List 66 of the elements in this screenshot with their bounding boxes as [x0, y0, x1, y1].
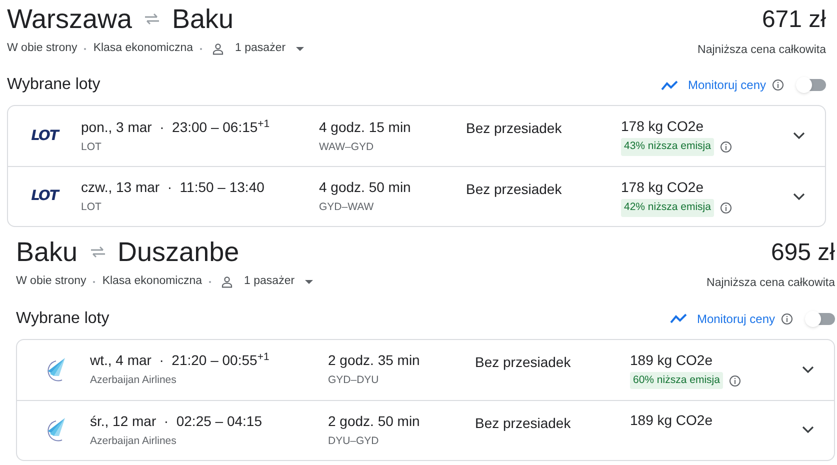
- monitor-prices-link[interactable]: Monitoruj ceny: [688, 76, 766, 94]
- emissions: 189 kg CO2e: [630, 350, 714, 370]
- price-note: Najniższa cena całkowita: [698, 43, 826, 58]
- flight-times: pon., 3 mar · 23:00 – 06:15$^{+1}$: [81, 116, 271, 137]
- airline-name: Azerbaijan Airlines: [90, 434, 178, 449]
- caret-icon: [304, 280, 313, 284]
- price-tracking-toggle[interactable]: [805, 310, 835, 326]
- stops: Bez przesiadek: [466, 119, 563, 138]
- route-codes: WAW–GYD: [319, 140, 375, 155]
- expand-chevron-icon[interactable]: [793, 132, 805, 140]
- trip-type: W obie strony: [7, 41, 78, 56]
- person-icon: [212, 42, 224, 55]
- info-icon[interactable]: [781, 312, 793, 324]
- passenger-dropdown[interactable]: 1 pasażer: [244, 273, 313, 290]
- trend-line-icon: [670, 313, 687, 324]
- flight-duration: 4 godz. 15 min: [319, 118, 412, 137]
- airline-name: LOT: [81, 200, 102, 216]
- destination-city: Duszanbe: [118, 238, 240, 266]
- price-tracking-toggle[interactable]: [796, 77, 826, 94]
- section-heading: Wybrane loty: [7, 75, 100, 96]
- flight-times: czw., 13 mar · 11:50 – 13:40: [81, 178, 266, 198]
- trip-type: W obie strony: [16, 274, 86, 290]
- info-icon[interactable]: [720, 202, 732, 214]
- route-codes: GYD–WAW: [319, 200, 375, 216]
- cabin-class: Klasa ekonomiczna: [93, 41, 194, 56]
- person-icon: [221, 276, 234, 288]
- route-codes: DYU–GYD: [328, 434, 380, 449]
- monitor-prices-link[interactable]: Monitoruj ceny: [696, 310, 775, 328]
- info-icon[interactable]: [728, 374, 741, 386]
- swap-arrows-icon: [144, 13, 160, 25]
- emissions: 178 kg CO2e: [621, 117, 704, 136]
- airline-logo: LOT: [31, 187, 58, 206]
- swap-arrows-icon: [90, 246, 106, 258]
- flight-times: śr., 12 mar · 02:25 – 04:15: [90, 412, 263, 431]
- origin-city: Warszawa: [7, 6, 132, 32]
- expand-chevron-icon[interactable]: [802, 426, 814, 434]
- airline-name: Azerbaijan Airlines: [90, 373, 178, 388]
- route-codes: GYD–DYU: [328, 373, 380, 388]
- emission-badge: 43% niższa emisja: [621, 138, 714, 156]
- caret-icon: [296, 46, 304, 51]
- airline-name: LOT: [81, 140, 102, 155]
- passenger-dropdown[interactable]: 1 pasażer: [235, 40, 304, 58]
- price-note: Najniższa cena całkowita: [706, 276, 835, 292]
- expand-chevron-icon[interactable]: [793, 192, 805, 201]
- flight-duration: 2 godz. 50 min: [328, 412, 421, 431]
- emissions: 189 kg CO2e: [630, 411, 714, 430]
- stops: Bez przesiadek: [475, 352, 572, 372]
- cabin-class: Klasa ekonomiczna: [102, 274, 202, 290]
- expand-chevron-icon[interactable]: [802, 366, 814, 374]
- stops: Bez przesiadek: [475, 414, 572, 433]
- info-icon[interactable]: [772, 79, 784, 92]
- flight-duration: 4 godz. 50 min: [319, 178, 412, 198]
- emissions: 178 kg CO2e: [621, 178, 704, 197]
- section-heading: Wybrane loty: [16, 308, 110, 328]
- emission-badge: 60% niższa emisja: [630, 372, 723, 390]
- total-price: 671 zł: [762, 8, 826, 35]
- origin-city: Baku: [16, 238, 78, 266]
- flight-times: wt., 4 mar · 21:20 – 00:55$^{+1}$: [90, 350, 270, 370]
- info-icon[interactable]: [720, 141, 732, 154]
- total-price: 695 zł: [770, 241, 835, 268]
- emission-badge: 42% niższa emisja: [621, 198, 714, 217]
- trend-line-icon: [660, 80, 678, 91]
- destination-city: Baku: [172, 6, 234, 32]
- stops: Bez przesiadek: [466, 180, 563, 200]
- airline-logo: LOT: [31, 126, 58, 146]
- flight-duration: 2 godz. 35 min: [328, 351, 421, 370]
